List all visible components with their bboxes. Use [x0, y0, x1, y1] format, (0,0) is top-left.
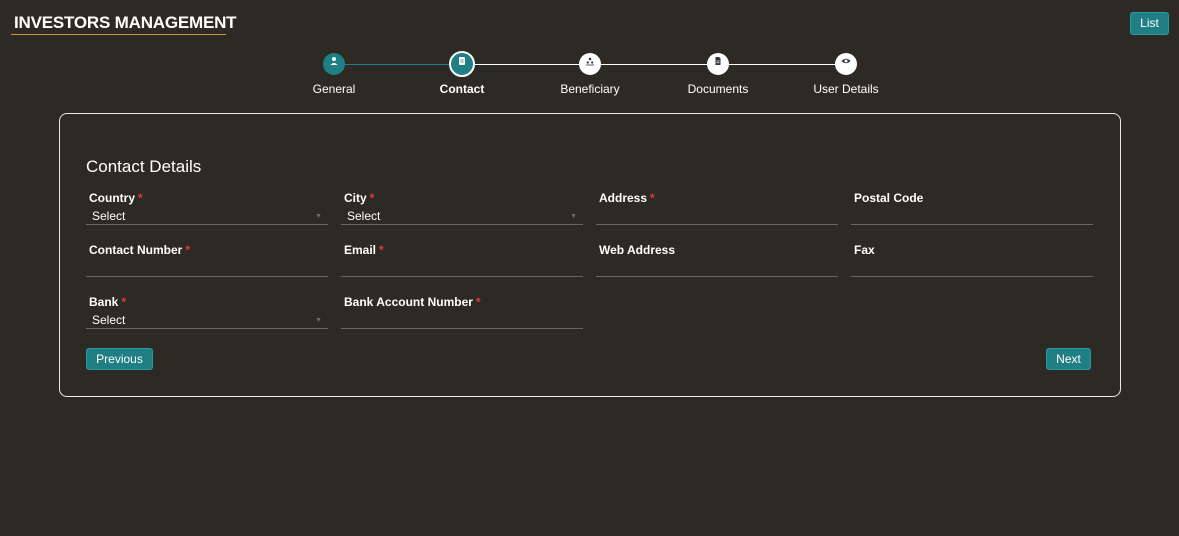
- country-value: Select: [92, 209, 126, 223]
- required-marker: *: [379, 243, 384, 257]
- document-icon: [707, 53, 729, 75]
- fax-input[interactable]: [851, 259, 1093, 275]
- country-select[interactable]: Country * Select ▼: [86, 191, 328, 225]
- email-input[interactable]: [341, 259, 583, 275]
- chevron-down-icon: ▼: [315, 213, 322, 220]
- list-button[interactable]: List: [1130, 12, 1169, 35]
- step-connector-4: [718, 64, 846, 65]
- contact-details-card: Contact Details Country * Select ▼ City * …: [59, 113, 1121, 397]
- user-icon: [323, 53, 345, 75]
- step-label-general: General: [312, 82, 356, 96]
- fax-label: Fax: [854, 243, 875, 257]
- web-address-field[interactable]: Web Address: [596, 243, 838, 277]
- step-connector-3: [590, 64, 718, 65]
- web-address-label: Web Address: [599, 243, 676, 257]
- chevron-down-icon: ▼: [570, 213, 577, 220]
- required-marker: *: [138, 191, 143, 205]
- progress-stepper: General Contact Beneficiary Documents Us…: [0, 50, 1179, 100]
- step-connector-1: [334, 64, 462, 65]
- bank-account-number-label: Bank Account Number *: [344, 295, 481, 309]
- contact-number-field[interactable]: Contact Number *: [86, 243, 328, 277]
- section-title: Contact Details: [86, 157, 202, 176]
- email-label: Email *: [344, 243, 384, 257]
- address-field[interactable]: Address *: [596, 191, 838, 225]
- required-marker: *: [121, 295, 127, 309]
- title-underline: [11, 34, 226, 35]
- contact-number-label: Contact Number *: [89, 243, 191, 257]
- step-label-beneficiary: Beneficiary: [560, 82, 620, 96]
- required-marker: *: [650, 191, 655, 205]
- required-marker: *: [185, 243, 191, 257]
- step-label-contact: Contact: [439, 82, 485, 96]
- previous-button[interactable]: Previous: [86, 348, 153, 370]
- bank-account-number-field[interactable]: Bank Account Number *: [341, 295, 583, 329]
- people-icon: [579, 53, 601, 75]
- postal-code-input[interactable]: [851, 207, 1093, 223]
- contact-number-input[interactable]: [86, 259, 328, 275]
- step-label-documents: Documents: [687, 82, 749, 96]
- postal-code-field[interactable]: Postal Code: [851, 191, 1093, 225]
- address-input[interactable]: [596, 207, 838, 223]
- page-title: INVESTORS MANAGEMENT: [14, 13, 237, 32]
- web-address-input[interactable]: [596, 259, 838, 275]
- required-marker: *: [369, 191, 375, 205]
- step-label-user-details: User Details: [813, 82, 879, 96]
- country-label: Country *: [89, 191, 143, 205]
- chevron-down-icon: ▼: [315, 317, 322, 324]
- bank-account-number-input[interactable]: [341, 311, 583, 327]
- email-field[interactable]: Email *: [341, 243, 583, 277]
- fax-field[interactable]: Fax: [851, 243, 1093, 277]
- required-marker: *: [475, 295, 481, 309]
- bank-select[interactable]: Bank * Select ▼: [86, 295, 328, 329]
- bank-value: Select: [92, 313, 126, 327]
- next-button[interactable]: Next: [1046, 348, 1091, 370]
- postal-code-label: Postal Code: [854, 191, 924, 205]
- address-label: Address *: [599, 191, 655, 205]
- contact-book-icon: [449, 51, 475, 77]
- city-select[interactable]: City * Select ▼: [341, 191, 583, 225]
- city-label: City *: [344, 191, 375, 205]
- city-value: Select: [347, 209, 381, 223]
- eye-icon: [835, 53, 857, 75]
- bank-label: Bank *: [89, 295, 127, 309]
- step-connector-2: [462, 64, 590, 65]
